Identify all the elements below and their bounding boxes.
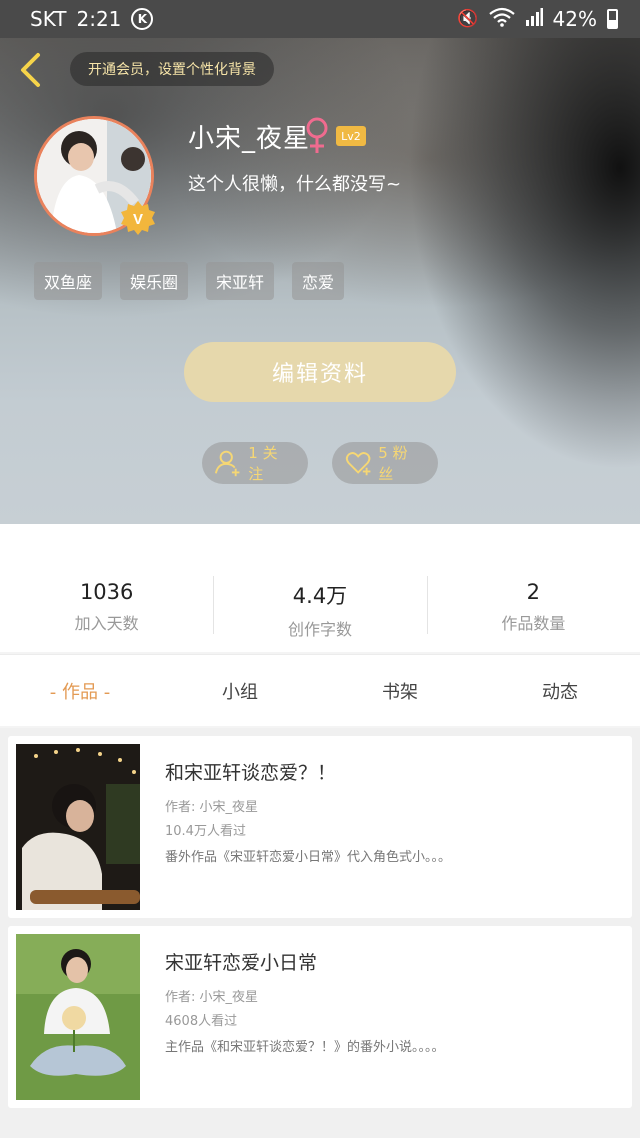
tag-list: 双鱼座 娱乐圈 宋亚轩 恋爱 <box>34 262 345 300</box>
following-button[interactable]: 1 关注 <box>202 442 308 484</box>
battery-icon <box>607 9 618 29</box>
work-author: 作者: 小宋_夜星 <box>165 990 259 1005</box>
carrier-badge-icon: K <box>131 8 154 30</box>
stat-days: 1036 加入天数 <box>0 524 213 652</box>
level-badge: Lv2 <box>336 126 366 146</box>
mute-icon: 🔇 <box>457 9 479 29</box>
clock: 2:21 <box>76 7 122 31</box>
stat-value: 4.4万 <box>292 584 348 608</box>
work-views: 4608人看过 <box>165 1014 238 1029</box>
stats-bar: 1036 加入天数 4.4万 创作字数 2 作品数量 <box>0 524 640 652</box>
add-user-icon <box>214 450 240 477</box>
username: 小宋_夜星 <box>188 124 311 154</box>
battery-percent: 42% <box>552 7 597 31</box>
chevron-left-icon <box>21 53 40 87</box>
wifi-icon <box>488 7 515 32</box>
fans-button[interactable]: 5 粉丝 <box>332 442 438 484</box>
heart-plus-icon <box>345 452 371 476</box>
work-views: 10.4万人看过 <box>165 824 246 839</box>
works-list: 和宋亚轩谈恋爱？！ 作者: 小宋_夜星 10.4万人看过 番外作品《宋亚轩恋爱小… <box>0 728 640 1138</box>
stat-works: 2 作品数量 <box>426 524 640 652</box>
verified-badge-icon: V <box>120 200 156 236</box>
work-description: 主作品《和宋亚轩谈恋爱？！》的番外小说。。。。 <box>165 1040 445 1055</box>
signal-icon <box>525 7 543 31</box>
work-card[interactable]: 宋亚轩恋爱小日常 作者: 小宋_夜星 4608人看过 主作品《和宋亚轩谈恋爱？！… <box>8 926 632 1108</box>
tag-item[interactable]: 宋亚轩 <box>206 262 275 300</box>
vip-promo-button[interactable]: 开通会员，设置个性化背景 <box>70 52 274 86</box>
tab-bar: - 作品 - 小组 书架 动态 <box>0 654 640 726</box>
work-author: 作者: 小宋_夜星 <box>165 800 259 815</box>
carrier-label: SKT <box>30 7 67 31</box>
work-cover <box>16 744 140 910</box>
avatar[interactable]: V <box>34 116 156 236</box>
tag-item[interactable]: 恋爱 <box>292 262 345 300</box>
tag-item[interactable]: 娱乐圈 <box>120 262 189 300</box>
bio-text: 这个人很懒，什么都没写~ <box>188 174 402 195</box>
stat-words: 4.4万 创作字数 <box>213 524 426 652</box>
back-button[interactable] <box>16 52 46 88</box>
stat-label: 创作字数 <box>287 620 352 639</box>
verified-badge-letter: V <box>133 211 143 228</box>
tab-bookshelf[interactable]: 书架 <box>320 655 480 726</box>
tab-works[interactable]: - 作品 - <box>0 655 160 726</box>
work-cover <box>16 934 140 1100</box>
edit-profile-button[interactable]: 编辑资料 <box>184 342 456 402</box>
profile-header: 开通会员，设置个性化背景 V 小宋_夜星 Lv2 这个人很懒，什么都没写~ 双鱼… <box>0 38 640 524</box>
work-card[interactable]: 和宋亚轩谈恋爱？！ 作者: 小宋_夜星 10.4万人看过 番外作品《宋亚轩恋爱小… <box>8 736 632 918</box>
tag-item[interactable]: 双鱼座 <box>34 262 103 300</box>
stat-label: 作品数量 <box>501 614 566 633</box>
stat-value: 1036 <box>79 580 134 604</box>
fans-count: 5 粉丝 <box>378 444 408 483</box>
stat-label: 加入天数 <box>74 614 139 633</box>
stat-value: 2 <box>526 580 540 604</box>
female-gender-icon <box>302 116 332 156</box>
status-bar: SKT 2:21 K 🔇 42% <box>0 0 640 38</box>
tab-groups[interactable]: 小组 <box>160 655 320 726</box>
work-title: 和宋亚轩谈恋爱？！ <box>165 762 337 784</box>
work-title: 宋亚轩恋爱小日常 <box>165 952 318 974</box>
following-count: 1 关注 <box>248 444 278 483</box>
tab-activity[interactable]: 动态 <box>480 655 640 726</box>
work-description: 番外作品《宋亚轩恋爱小日常》代入角色式小。。。 <box>165 850 452 865</box>
